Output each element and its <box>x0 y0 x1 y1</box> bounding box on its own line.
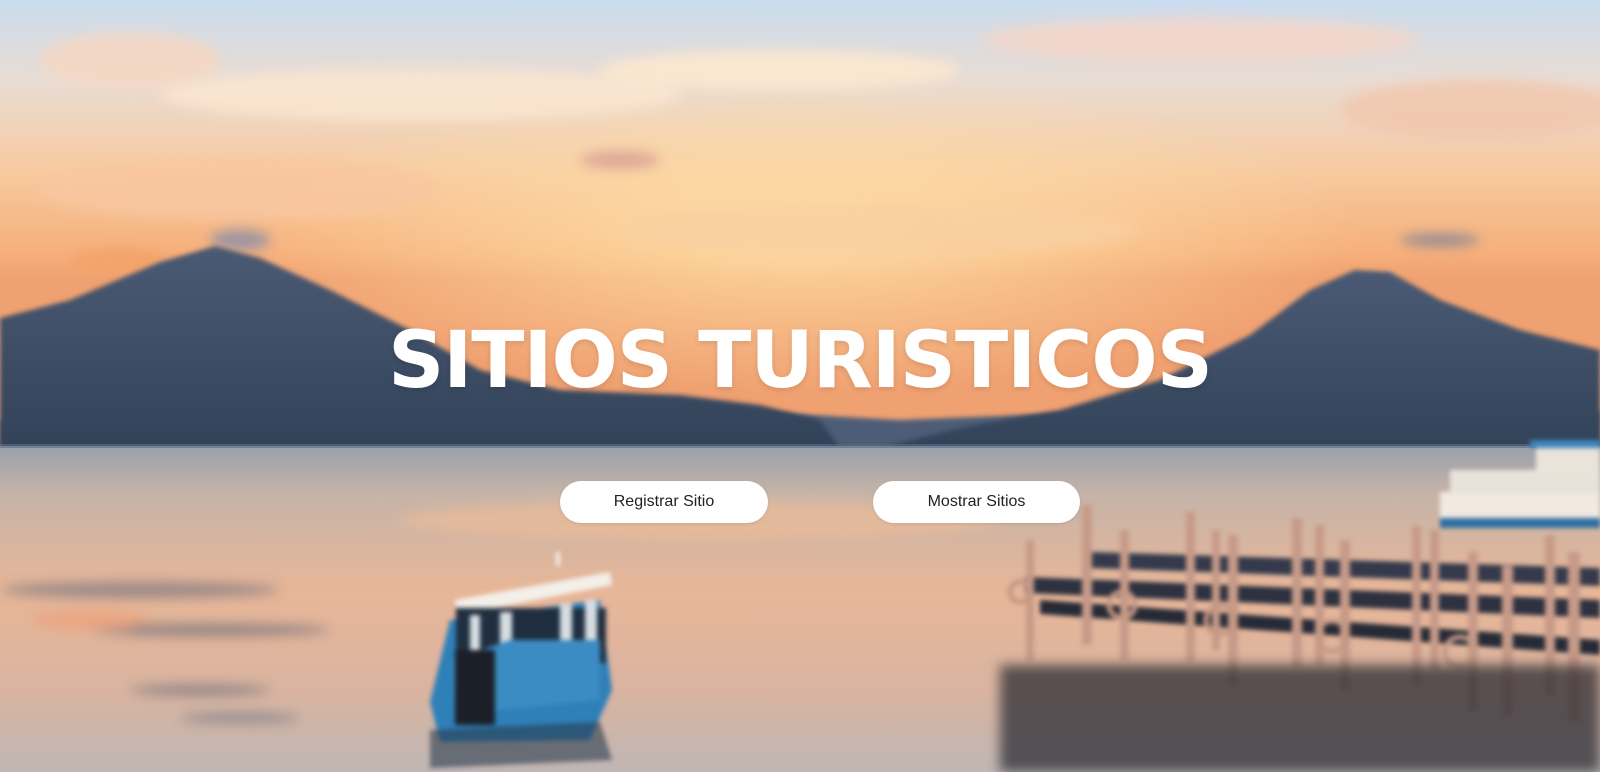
show-sites-button[interactable]: Mostrar Sitios <box>873 481 1080 523</box>
page-title: SITIOS TURISTICOS <box>388 316 1213 406</box>
hero-section: SITIOS TURISTICOS Registrar Sitio Mostra… <box>0 0 1600 772</box>
register-site-button[interactable]: Registrar Sitio <box>560 481 768 523</box>
